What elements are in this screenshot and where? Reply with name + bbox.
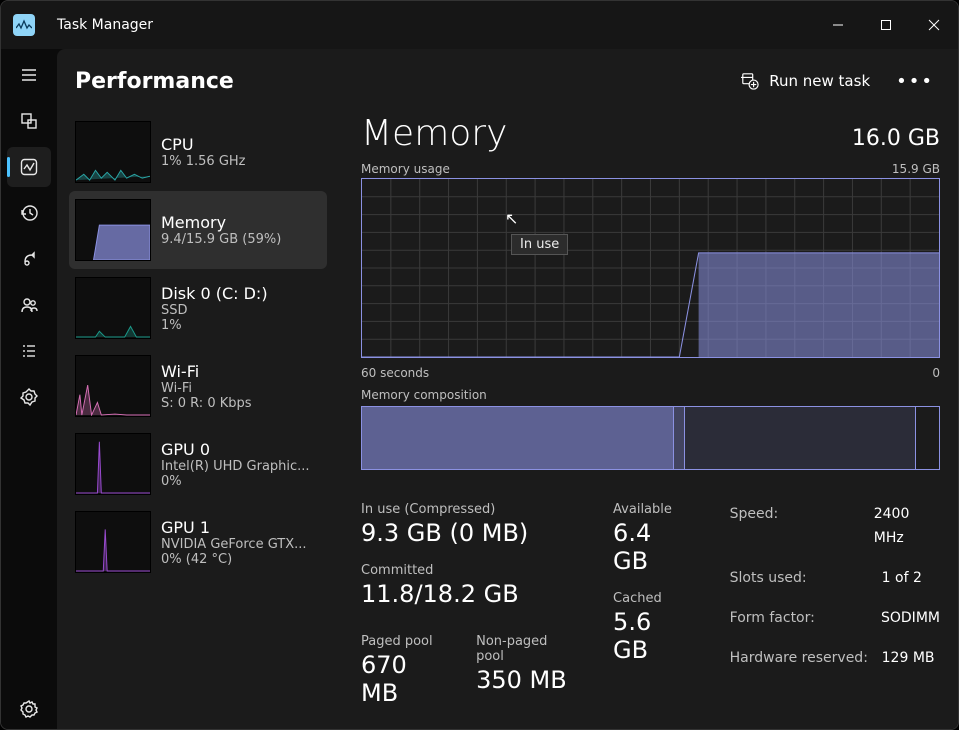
stat-committed: Committed 11.8/18.2 GB (361, 563, 573, 608)
titlebar[interactable]: Task Manager (1, 1, 958, 49)
memory-composition-bar[interactable] (361, 406, 940, 470)
memory-stats: In use (Compressed) 9.3 GB (0 MB) Commit… (361, 502, 940, 707)
run-new-task-label: Run new task (769, 72, 870, 90)
thumb-memory (75, 199, 151, 261)
more-button[interactable]: ••• (890, 71, 940, 92)
comp-standby (685, 407, 916, 469)
thumb-gpu0 (75, 433, 151, 495)
thumb-gpu1 (75, 511, 151, 573)
window-controls (814, 1, 958, 49)
nav-processes[interactable] (7, 101, 51, 141)
stat-available: Available 6.4 GB (613, 502, 690, 575)
nav-rail (1, 49, 57, 729)
perf-sidebar: CPU 1% 1.56 GHz Memory 9.4/15.9 GB (59%) (69, 113, 327, 729)
thumb-cpu (75, 121, 151, 183)
x-left: 60 seconds (361, 366, 429, 380)
nav-services[interactable] (7, 377, 51, 417)
run-new-task-button[interactable]: Run new task (741, 72, 870, 90)
window-title: Task Manager (57, 17, 153, 33)
stat-paged: Paged pool 670 MB (361, 634, 446, 707)
sidebar-item-gpu0[interactable]: GPU 0 Intel(R) UHD Graphic... 0% (69, 425, 327, 503)
sidebar-item-wifi[interactable]: Wi-Fi Wi-Fi S: 0 R: 0 Kbps (69, 347, 327, 425)
sidebar-item-gpu1[interactable]: GPU 1 NVIDIA GeForce GTX... 0% (42 °C) (69, 503, 327, 581)
memory-total: 16.0 GB (852, 126, 940, 151)
app-icon (13, 14, 35, 36)
maximize-button[interactable] (862, 1, 910, 49)
comp-inuse (362, 407, 674, 469)
content-panel: Performance Run new task ••• (57, 49, 958, 729)
nav-details[interactable] (7, 331, 51, 371)
minimize-button[interactable] (814, 1, 862, 49)
comp-modified (674, 407, 686, 469)
page-heading: Performance (75, 69, 234, 94)
thumb-wifi (75, 355, 151, 417)
topbar: Performance Run new task ••• (57, 49, 958, 113)
sidebar-item-memory[interactable]: Memory 9.4/15.9 GB (59%) (69, 191, 327, 269)
usage-chart-max: 15.9 GB (892, 162, 940, 176)
task-manager-window: Task Manager (0, 0, 959, 730)
sidebar-item-cpu[interactable]: CPU 1% 1.56 GHz (69, 113, 327, 191)
nav-history[interactable] (7, 193, 51, 233)
memory-specs: Speed:2400 MHz Slots used:1 of 2 Form fa… (730, 502, 940, 707)
nav-users[interactable] (7, 285, 51, 325)
nav-startup[interactable] (7, 239, 51, 279)
nav-hamburger[interactable] (7, 55, 51, 95)
sidebar-item-disk0[interactable]: Disk 0 (C: D:) SSD 1% (69, 269, 327, 347)
comp-free (916, 407, 939, 469)
nav-settings[interactable] (7, 689, 51, 729)
detail-panel: Memory 16.0 GB Memory usage 15.9 GB (327, 113, 958, 729)
usage-chart-label: Memory usage (361, 162, 450, 176)
close-button[interactable] (910, 1, 958, 49)
stat-cached: Cached 5.6 GB (613, 591, 690, 664)
memory-usage-chart[interactable]: ↖ In use (361, 178, 940, 358)
x-right: 0 (932, 366, 940, 380)
detail-title: Memory (361, 113, 507, 154)
stat-nonpaged: Non-paged pool 350 MB (476, 634, 573, 707)
stat-inuse: In use (Compressed) 9.3 GB (0 MB) (361, 502, 573, 547)
nav-performance[interactable] (7, 147, 51, 187)
composition-label: Memory composition (361, 388, 940, 402)
thumb-disk (75, 277, 151, 339)
